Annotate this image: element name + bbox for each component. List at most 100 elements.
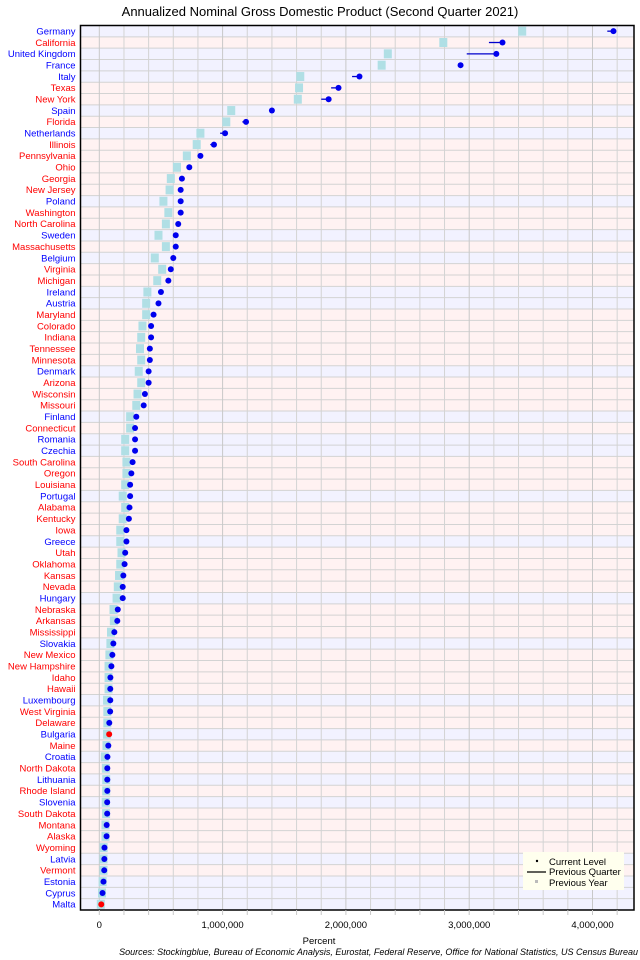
previous-year-marker — [293, 94, 302, 104]
row-labels: GermanyCaliforniaUnited KingdomFranceIta… — [8, 26, 76, 910]
row-label: Kansas — [44, 571, 76, 582]
x-tick-label: 0 — [97, 920, 102, 931]
current-level-dot — [122, 549, 129, 556]
row-band — [80, 331, 634, 344]
row-band — [80, 82, 634, 94]
current-level-dot — [133, 413, 140, 420]
row-label: Florida — [46, 117, 76, 128]
current-level-dot — [114, 606, 121, 613]
previous-year-marker — [142, 298, 151, 308]
current-level-dot — [186, 164, 193, 171]
x-tick-label: 2,000,000 — [325, 920, 367, 931]
row-band — [80, 501, 634, 514]
previous-year-marker — [132, 400, 141, 410]
current-level-dot — [132, 425, 139, 432]
row-label: Connecticut — [25, 423, 76, 434]
current-level-dot — [170, 254, 177, 261]
row-band — [80, 433, 634, 446]
row-label: Oklahoma — [32, 559, 76, 570]
row-band — [80, 36, 634, 49]
row-band — [80, 785, 634, 797]
row-label: Maine — [50, 741, 76, 752]
row-label: North Dakota — [20, 764, 77, 775]
row-label: Slovenia — [39, 798, 76, 809]
current-level-dot — [335, 84, 342, 91]
previous-year-marker — [137, 332, 146, 342]
previous-year-marker — [161, 242, 170, 252]
row-label: Lithuania — [37, 775, 76, 786]
row-band — [80, 728, 634, 740]
current-level-dot — [129, 459, 136, 466]
previous-year-marker — [196, 128, 205, 138]
row-label: Slovakia — [40, 639, 77, 650]
row-band — [80, 172, 634, 185]
row-label: Louisiana — [35, 480, 76, 491]
previous-year-marker — [116, 536, 125, 546]
previous-year-marker — [135, 344, 144, 354]
current-level-dot — [145, 379, 152, 386]
current-level-dot — [356, 73, 363, 80]
current-level-dot — [141, 391, 148, 398]
current-level-dot — [107, 674, 114, 681]
row-band — [80, 807, 634, 820]
previous-year-marker — [161, 219, 170, 229]
row-label: Latvia — [50, 854, 76, 865]
row-band — [80, 569, 634, 582]
previous-year-marker — [153, 276, 162, 286]
row-label: Utah — [55, 548, 75, 559]
row-band — [80, 660, 634, 672]
row-label: Austria — [46, 299, 76, 310]
row-label: Iowa — [55, 525, 76, 536]
row-label: New Jersey — [26, 185, 76, 196]
current-level-dot — [243, 118, 250, 125]
current-level-dot — [109, 651, 116, 658]
current-level-dot — [150, 311, 157, 318]
row-label: Missouri — [40, 401, 75, 412]
legend-label-previous-quarter: Previous Quarter — [549, 867, 621, 878]
current-level-dot — [106, 731, 113, 738]
previous-year-marker — [296, 72, 305, 82]
current-level-dot — [325, 96, 332, 103]
row-label: Wyoming — [36, 843, 76, 854]
current-level-dot — [106, 719, 113, 726]
row-band — [80, 343, 634, 355]
row-band — [80, 308, 634, 321]
previous-year-marker — [166, 174, 175, 184]
x-tick-label: 1,000,000 — [201, 920, 243, 931]
previous-year-marker — [192, 140, 201, 150]
row-label: Massachusetts — [12, 242, 76, 253]
row-label: Netherlands — [24, 129, 75, 140]
current-level-dot — [104, 765, 111, 772]
previous-year-marker — [121, 434, 130, 444]
current-level-dot — [499, 39, 506, 46]
row-label: Virginia — [44, 265, 76, 276]
current-level-dot — [125, 515, 132, 522]
row-band — [80, 479, 634, 491]
previous-year-marker — [518, 26, 527, 36]
row-label: Arizona — [43, 378, 76, 389]
current-level-dot — [128, 470, 135, 477]
row-band — [80, 490, 634, 502]
current-level-dot — [177, 209, 184, 216]
previous-year-marker — [222, 117, 231, 127]
row-label: Estonia — [44, 877, 76, 888]
row-band — [80, 422, 634, 434]
x-axis-label: Percent — [303, 936, 336, 947]
row-band — [80, 116, 634, 128]
row-band — [80, 59, 634, 71]
current-level-dot — [99, 889, 106, 896]
previous-year-marker — [112, 593, 121, 603]
current-level-dot — [104, 776, 111, 783]
row-band — [80, 513, 634, 525]
row-label: Washington — [26, 208, 76, 219]
row-label: Kentucky — [36, 514, 75, 525]
row-band — [80, 592, 634, 604]
current-level-dot — [100, 878, 107, 885]
row-label: New Mexico — [24, 650, 76, 661]
current-level-dot — [103, 833, 110, 840]
row-band — [80, 524, 634, 536]
current-level-dot — [110, 640, 117, 647]
current-level-dot — [126, 504, 133, 511]
row-label: Belgium — [41, 253, 75, 264]
row-label: Indiana — [44, 333, 76, 344]
